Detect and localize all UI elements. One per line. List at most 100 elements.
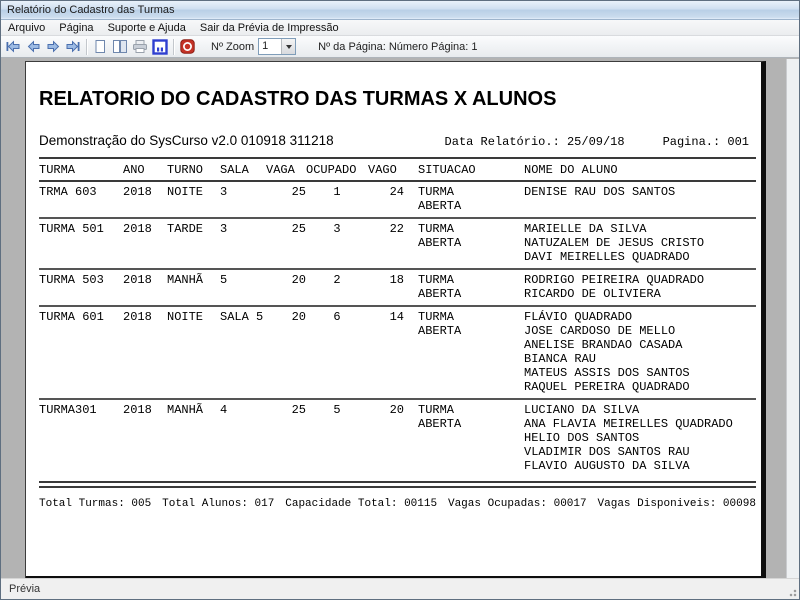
total-alunos: Total Alunos: 017 — [162, 498, 275, 510]
next-page-button[interactable] — [43, 38, 63, 56]
report-page: RELATORIO DO CADASTRO DAS TURMAS X ALUNO… — [25, 61, 766, 581]
last-page-button[interactable] — [63, 38, 83, 56]
chevron-down-icon — [285, 44, 292, 49]
vertical-scrollbar[interactable] — [786, 59, 799, 578]
column-header: SALA — [220, 163, 249, 177]
exit-preview-button[interactable] — [177, 38, 197, 56]
next-page-icon — [47, 40, 59, 53]
table-row: TURMA 601 2018 NOITE SALA 5 20 6 14 TURMA ABERT… — [39, 306, 756, 399]
zoom-label: Nº Zoom — [211, 40, 255, 53]
table-cell: 20 — [291, 310, 306, 324]
column-header: VAGA — [266, 163, 295, 177]
table-cell: 25 — [291, 185, 306, 199]
report-table: TURMA ANO TURNO SALA VAGA OCUPADO VAGO S… — [39, 157, 756, 477]
column-header: ANO — [123, 163, 145, 177]
table-cell: TRMA 603 — [39, 185, 97, 199]
last-page-icon — [66, 40, 80, 53]
preview-workspace: RELATORIO DO CADASTRO DAS TURMAS X ALUNO… — [1, 59, 799, 581]
menu-pagina[interactable]: Página — [52, 21, 100, 35]
report-subtitle: Demonstração do SysCurso v2.0 010918 311… — [39, 133, 334, 148]
report-preview-window: Relatório do Cadastro das Turmas Arquivo… — [0, 0, 800, 600]
table-cell: TURMA301 — [39, 403, 97, 417]
table-cell: 3 — [220, 185, 228, 199]
print-setup-button[interactable] — [150, 38, 170, 56]
table-cell: 25 — [291, 222, 306, 236]
table-cell: 22 — [389, 222, 404, 236]
report-meta: Data Relatório.: 25/09/18 Pagina.: 001 — [445, 135, 749, 149]
table-cell: MANHÃ — [167, 273, 204, 287]
first-page-button[interactable] — [3, 38, 23, 56]
column-header: NOME DO ALUNO — [524, 163, 618, 177]
table-cell: 24 — [389, 185, 404, 199]
table-cell: 4 — [220, 403, 228, 417]
status-text: Prévia — [9, 583, 41, 595]
table-cell: 5 — [333, 403, 341, 417]
table-cell: 2018 — [123, 185, 152, 199]
double-page-view-button[interactable] — [110, 38, 130, 56]
print-button[interactable] — [130, 38, 150, 56]
table-cell: 18 — [389, 273, 404, 287]
print-setup-icon — [152, 38, 168, 55]
table-cell: 2 — [333, 273, 341, 287]
menu-sair-da-previa[interactable]: Sair da Prévia de Impressão — [193, 21, 346, 35]
toolbar: Nº Zoom 1 Nº da Página: Número Página: 1 — [1, 36, 799, 58]
titlebar: Relatório do Cadastro das Turmas — [1, 1, 799, 20]
menu-arquivo[interactable]: Arquivo — [1, 21, 52, 35]
single-page-icon — [95, 40, 105, 53]
table-cell: 2018 — [123, 310, 152, 324]
first-page-icon — [6, 40, 20, 53]
printer-icon — [133, 40, 147, 53]
exit-preview-icon — [179, 39, 195, 54]
column-header: VAGO — [368, 163, 397, 177]
table-cell: TURMA ABERTA — [418, 310, 462, 338]
toolbar-separator — [86, 38, 87, 55]
table-cell: TARDE — [167, 222, 204, 236]
menubar: Arquivo Página Suporte e Ajuda Sair da P… — [1, 20, 799, 36]
table-cell: 20 — [389, 403, 404, 417]
table-cell: TURMA 501 — [39, 222, 104, 236]
table-cell: TURMA 601 — [39, 310, 104, 324]
report-subheader: Demonstração do SysCurso v2.0 010918 311… — [39, 133, 751, 149]
column-header: TURNO — [167, 163, 204, 177]
report-page-number: Pagina.: 001 — [662, 135, 749, 149]
total-turmas: Total Turmas: 005 — [39, 498, 152, 510]
table-cell: MARIELLE DA SILVA NATUZALEM DE JESUS CRI… — [524, 222, 705, 264]
toolbar-separator — [173, 38, 174, 55]
table-cell: 2018 — [123, 403, 152, 417]
window-title: Relatório do Cadastro das Turmas — [7, 4, 175, 16]
table-cell: LUCIANO DA SILVA ANA FLAVIA MEIRELLES QU… — [524, 403, 733, 473]
report-table-body: TRMA 603 2018 NOITE 3 25 1 24 TURMA ABERTA DENIS… — [39, 181, 756, 477]
double-page-icon — [113, 40, 127, 53]
table-header-row: TURMA ANO TURNO SALA VAGA OCUPADO VAGO S… — [39, 158, 756, 181]
zoom-combobox[interactable]: 1 — [258, 38, 297, 55]
table-cell: TURMA ABERTA — [418, 403, 462, 431]
table-cell: MANHÃ — [167, 403, 204, 417]
vagas-disponiveis: Vagas Disponiveis: 00098 — [597, 498, 756, 510]
resize-grip-icon[interactable] — [785, 585, 797, 597]
menu-suporte-e-ajuda[interactable]: Suporte e Ajuda — [101, 21, 193, 35]
table-cell: TURMA ABERTA — [418, 185, 462, 213]
column-header: OCUPADO — [306, 163, 357, 177]
page-number-info: Nº da Página: Número Página: 1 — [318, 40, 478, 53]
table-row: TRMA 603 2018 NOITE 3 25 1 24 TURMA ABERTA DENIS… — [39, 181, 756, 218]
table-cell: 6 — [333, 310, 341, 324]
table-cell: 1 — [333, 185, 341, 199]
table-cell: 25 — [291, 403, 306, 417]
table-row: TURMA 501 2018 TARDE 3 25 3 22 TURMA ABERTA MARI… — [39, 218, 756, 269]
prev-page-button[interactable] — [23, 38, 43, 56]
report-date: Data Relatório.: 25/09/18 — [444, 135, 625, 149]
zoom-dropdown-button[interactable] — [281, 39, 296, 54]
table-cell: 5 — [220, 273, 228, 287]
totals-divider — [39, 481, 756, 488]
table-cell: NOITE — [167, 310, 204, 324]
table-row: TURMA 503 2018 MANHÃ 5 20 2 18 TURMA ABERTA RODR… — [39, 269, 756, 306]
single-page-view-button[interactable] — [90, 38, 110, 56]
column-header: SITUACAO — [418, 163, 476, 177]
table-cell: RODRIGO PEIREIRA QUADRADO RICARDO DE OLI… — [524, 273, 705, 301]
table-cell: TURMA ABERTA — [418, 222, 462, 250]
table-cell: 3 — [333, 222, 341, 236]
column-header: TURMA — [39, 163, 76, 177]
table-cell: SALA 5 — [220, 310, 264, 324]
table-cell: FLÁVIO QUADRADO JOSE CARDOSO DE MELLO AN… — [524, 310, 690, 394]
zoom-value: 1 — [262, 40, 269, 52]
